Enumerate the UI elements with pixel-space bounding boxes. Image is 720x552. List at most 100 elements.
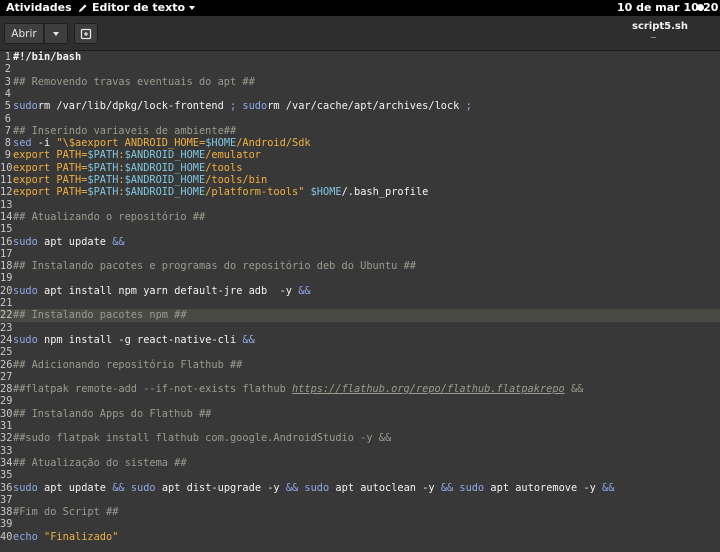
code-line[interactable]: 9 export PATH=$PATH:$ANDROID_HOME/emulato… bbox=[0, 149, 720, 161]
code-line[interactable]: 17 bbox=[0, 248, 720, 260]
code-line[interactable]: 14## Atualizando o repositório ## bbox=[0, 211, 720, 223]
code-line[interactable]: 28##flatpak remote-add --if-not-exists f… bbox=[0, 383, 720, 395]
code-text: sudo apt install npm yarn default-jre ad… bbox=[13, 285, 311, 297]
code-token: ## Atualizando o repositório ## bbox=[13, 210, 206, 223]
code-line[interactable]: 23 bbox=[0, 322, 720, 334]
code-token: export PATH= bbox=[13, 174, 88, 186]
code-token: $PATH bbox=[87, 174, 119, 186]
code-text: sudo apt update && bbox=[13, 236, 125, 248]
line-number: 16 bbox=[0, 235, 13, 248]
code-line[interactable]: 10export PATH=$PATH:$ANDROID_HOME/tools bbox=[0, 162, 720, 174]
code-token: $ANDROID_HOME bbox=[124, 186, 206, 199]
code-token: $HOME bbox=[205, 137, 237, 150]
line-number: 39 bbox=[0, 518, 13, 531]
header-bar: Abrir script5.sh ~ bbox=[0, 16, 720, 51]
code-token: apt autoclean -y bbox=[329, 481, 441, 494]
code-line[interactable]: 20sudo apt install npm yarn default-jre … bbox=[0, 285, 720, 297]
line-number: 13 bbox=[0, 198, 13, 211]
code-line[interactable]: 35 bbox=[0, 469, 720, 481]
code-line[interactable]: 16sudo apt update && bbox=[0, 236, 720, 248]
code-token: sed bbox=[13, 137, 32, 150]
code-text: #!/bin/bash bbox=[13, 51, 81, 63]
app-menu[interactable]: Editor de texto bbox=[78, 1, 196, 14]
new-document-icon bbox=[80, 28, 92, 39]
code-token: $PATH bbox=[87, 161, 119, 174]
code-line[interactable]: 34## Atualização do sistema ## bbox=[0, 457, 720, 469]
line-number: 31 bbox=[0, 420, 13, 432]
code-line[interactable]: 36sudo apt update && sudo apt dist-upgra… bbox=[0, 482, 720, 494]
line-number: 22 bbox=[0, 309, 13, 322]
code-token: && bbox=[564, 383, 584, 396]
open-button[interactable]: Abrir bbox=[4, 23, 44, 44]
code-text: ## Atualização do sistema ## bbox=[13, 457, 187, 469]
line-number: 29 bbox=[0, 395, 13, 408]
code-line[interactable]: 12export PATH=$PATH:$ANDROID_HOME/platfo… bbox=[0, 186, 720, 198]
code-line[interactable]: 21 bbox=[0, 297, 720, 309]
code-token: && bbox=[298, 284, 311, 297]
line-number: 1 bbox=[4, 51, 11, 63]
code-token: apt update bbox=[37, 481, 113, 494]
code-line[interactable]: 11export PATH=$PATH:$ANDROID_HOME/tools/… bbox=[0, 174, 720, 186]
code-line[interactable]: 22## Instalando pacotes npm ## bbox=[0, 309, 720, 322]
pencil-icon bbox=[79, 4, 87, 12]
line-number: 19 bbox=[0, 272, 13, 285]
code-token: /Android/Sdk bbox=[236, 137, 311, 150]
code-token: sudo bbox=[13, 481, 38, 494]
code-line[interactable]: 32##sudo flatpak install flathub com.goo… bbox=[0, 432, 720, 444]
code-line[interactable]: 3 ## Removendo travas eventuais do apt ## bbox=[0, 76, 720, 88]
line-number: 3 bbox=[4, 75, 11, 88]
line-number: 2 bbox=[4, 63, 11, 76]
line-number: 8 bbox=[4, 137, 11, 150]
code-line[interactable]: 33 bbox=[0, 445, 720, 457]
line-number: 4 bbox=[4, 87, 11, 100]
code-token: /emulator bbox=[205, 149, 261, 162]
code-editor[interactable]: 1 #!/bin/bash 2 3 ## Removendo travas eventu… bbox=[0, 51, 720, 552]
code-token: && bbox=[602, 481, 615, 494]
code-text: ## Instalando Apps do Flathub ## bbox=[13, 408, 211, 420]
code-token: ## Adicionando repositório Flathub ## bbox=[13, 358, 243, 371]
code-line[interactable]: 25 bbox=[0, 346, 720, 358]
code-line[interactable]: 8 sed -i "\$aexport ANDROID_HOME=$HOME/An… bbox=[0, 137, 720, 149]
top-bar: Atividades Editor de texto 10 de mar 10:… bbox=[0, 0, 720, 16]
code-line[interactable]: 26## Adicionando repositório Flathub ## bbox=[0, 359, 720, 371]
new-document-button[interactable] bbox=[74, 23, 98, 44]
code-line[interactable]: 39 bbox=[0, 518, 720, 530]
code-token: export PATH= bbox=[13, 149, 88, 162]
open-recent-dropdown[interactable] bbox=[44, 23, 68, 44]
line-number: 37 bbox=[0, 493, 13, 506]
code-line[interactable]: 40echo "Finalizado" bbox=[0, 531, 720, 543]
line-number: 34 bbox=[0, 456, 13, 469]
line-number: 11 bbox=[0, 174, 13, 186]
code-token: ##sudo flatpak install flathub com.googl… bbox=[13, 432, 392, 445]
app-menu-label: Editor de texto bbox=[92, 1, 186, 14]
code-token: sudo bbox=[13, 333, 38, 346]
code-line[interactable]: 1 #!/bin/bash bbox=[0, 51, 720, 63]
code-line[interactable]: 31 bbox=[0, 420, 720, 432]
code-line[interactable]: 4 bbox=[0, 88, 720, 100]
code-line[interactable]: 38#Fim do Script ## bbox=[0, 506, 720, 518]
code-token: && sudo bbox=[112, 481, 156, 494]
code-line[interactable]: 30## Instalando Apps do Flathub ## bbox=[0, 408, 720, 420]
code-line[interactable]: 13 bbox=[0, 199, 720, 211]
line-number: 17 bbox=[0, 247, 13, 260]
code-line[interactable]: 5 sudorm /var/lib/dpkg/lock-frontend ; su… bbox=[0, 100, 720, 112]
code-token: ## Atualização do sistema ## bbox=[13, 456, 187, 469]
document-tab-title[interactable]: script5.sh bbox=[632, 21, 688, 32]
code-line[interactable]: 15 bbox=[0, 223, 720, 235]
line-number: 15 bbox=[0, 223, 13, 236]
code-line[interactable]: 2 bbox=[0, 63, 720, 75]
code-token: sudo bbox=[13, 235, 38, 248]
status-dot-icon[interactable] bbox=[697, 4, 704, 11]
code-line[interactable]: 24sudo npm install -g react-native-cli &… bbox=[0, 334, 720, 346]
code-line[interactable]: 19 bbox=[0, 272, 720, 284]
line-number: 28 bbox=[0, 383, 13, 396]
code-token: export PATH= bbox=[13, 186, 88, 199]
code-token: ##flatpak remote-add --if-not-exists fla… bbox=[13, 383, 292, 396]
code-line[interactable]: 18## Instalando pacotes e programas do r… bbox=[0, 260, 720, 272]
code-line[interactable]: 29 bbox=[0, 395, 720, 407]
activities-button[interactable]: Atividades bbox=[6, 1, 72, 14]
code-line[interactable]: 7 ## Inserindo variaveis de ambiente## bbox=[0, 125, 720, 137]
code-line[interactable]: 6 bbox=[0, 113, 720, 125]
code-line[interactable]: 37 bbox=[0, 494, 720, 506]
code-line[interactable]: 27 bbox=[0, 371, 720, 383]
